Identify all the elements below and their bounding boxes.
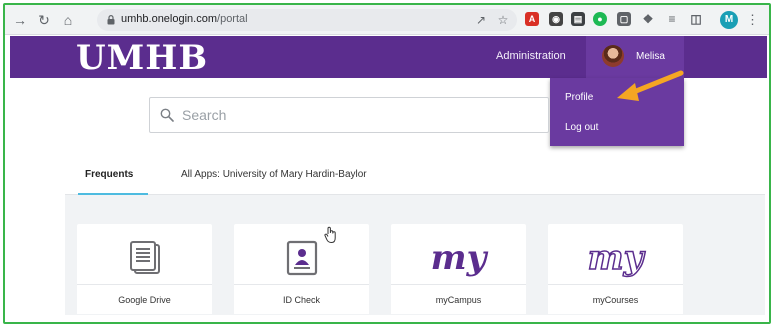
document-stack-icon — [129, 241, 160, 274]
app-icon-wrapper: my — [391, 232, 526, 284]
side-panel-icon[interactable]: ◫ — [689, 12, 703, 26]
star-icon[interactable]: ☆ — [495, 12, 511, 28]
my-outline-logo-icon: my — [587, 237, 644, 279]
hand-cursor-icon — [324, 226, 336, 243]
browser-menu-icon[interactable]: ⋮ — [746, 11, 759, 29]
app-label: myCourses — [592, 295, 639, 305]
url-text: umhb.onelogin.com/portal — [121, 13, 248, 25]
home-icon[interactable]: ⌂ — [59, 11, 77, 29]
app-icon-wrapper: my — [548, 232, 683, 284]
reload-icon[interactable]: ↻ — [35, 11, 53, 29]
reading-list-icon[interactable]: ≡ — [665, 12, 679, 26]
id-card-icon — [286, 240, 317, 276]
address-bar[interactable]: umhb.onelogin.com/portal ↗ ☆ — [97, 9, 517, 31]
forward-arrow-icon[interactable]: → — [11, 11, 29, 29]
my-logo-icon: my — [430, 238, 487, 278]
tab-all-apps[interactable]: All Apps: University of Mary Hardin-Bayl… — [181, 169, 367, 180]
pdf-extension-icon[interactable]: A — [525, 12, 539, 26]
app-icon-wrapper — [77, 232, 212, 284]
green-extension-icon[interactable]: ● — [593, 12, 607, 26]
user-name: Melisa — [636, 51, 665, 62]
app-label: myCampus — [435, 295, 482, 305]
notes-extension-icon[interactable]: ▤ — [571, 12, 585, 26]
profile-menu-item[interactable]: Profile — [565, 92, 593, 103]
app-card-id-check[interactable]: ID Check — [234, 224, 369, 314]
umhb-logo[interactable]: UMHB — [76, 39, 208, 77]
app-label: ID Check — [282, 295, 320, 305]
share-icon[interactable]: ↗ — [473, 12, 489, 28]
tab-frequents[interactable]: Frequents — [85, 169, 133, 180]
tab-extension-icon[interactable]: ▢ — [617, 12, 631, 26]
circle-extension-icon[interactable]: ◉ — [549, 12, 563, 26]
card-divider — [548, 284, 683, 285]
card-divider — [77, 284, 212, 285]
search-box — [149, 97, 549, 133]
search-icon — [160, 108, 174, 122]
card-divider — [391, 284, 526, 285]
screenshot-frame: → ↻ ⌂ umhb.onelogin.com/portal ↗ ☆ A ◉ ▤… — [3, 3, 771, 324]
app-icon-wrapper — [234, 232, 369, 284]
card-divider — [234, 284, 369, 285]
app-card-mycampus[interactable]: my myCampus — [391, 224, 526, 314]
lock-icon — [107, 15, 115, 25]
browser-toolbar: → ↻ ⌂ umhb.onelogin.com/portal ↗ ☆ A ◉ ▤… — [5, 5, 769, 35]
user-avatar — [602, 45, 624, 67]
puzzle-extensions-icon[interactable]: ❖ — [641, 12, 655, 26]
url-path: /portal — [217, 13, 248, 25]
search-input[interactable] — [182, 106, 482, 124]
browser-profile-avatar[interactable]: M — [720, 11, 738, 29]
app-card-google-drive[interactable]: Google Drive — [77, 224, 212, 314]
url-host: umhb.onelogin.com — [121, 13, 218, 25]
app-label: Google Drive — [118, 295, 171, 305]
logout-menu-item[interactable]: Log out — [565, 122, 598, 133]
annotation-arrow-icon — [617, 70, 684, 101]
app-card-mycourses[interactable]: my myCourses — [548, 224, 683, 314]
administration-link[interactable]: Administration — [496, 50, 566, 62]
